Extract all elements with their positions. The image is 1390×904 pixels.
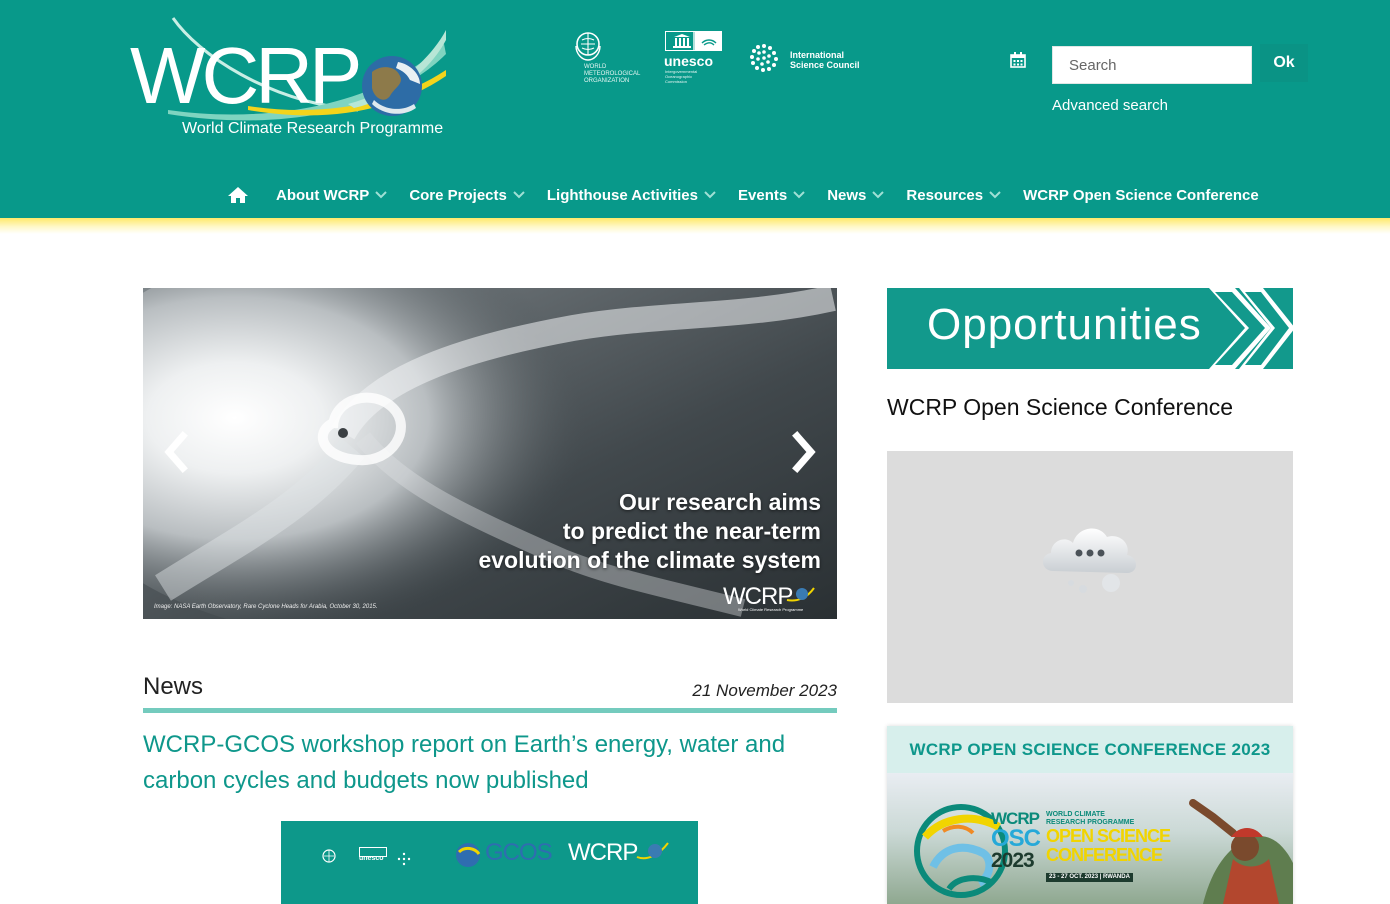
isc-text-line: International bbox=[790, 50, 845, 60]
unesco-sub-line: Commission bbox=[665, 79, 688, 84]
double-chevron-right-icon bbox=[1209, 288, 1293, 369]
osc-image-right-line: OPEN SCIENCE bbox=[1046, 826, 1171, 846]
cloud-loading-icon bbox=[1042, 528, 1136, 593]
osc-image-wcrp-text: WCRP OSC 2023 bbox=[991, 809, 1041, 872]
isc-text-line: Science Council bbox=[790, 60, 860, 70]
slide-image-credit: Image: NASA Earth Observatory, Rare Cycl… bbox=[154, 604, 378, 610]
chevron-down-icon bbox=[704, 191, 716, 199]
search-ok-button[interactable]: Ok bbox=[1260, 44, 1308, 82]
news-image-wcrp: WCRP bbox=[568, 839, 638, 866]
isc-dots-icon bbox=[750, 44, 778, 72]
sidebar-conference-title[interactable]: WCRP Open Science Conference bbox=[887, 394, 1233, 421]
home-icon bbox=[228, 187, 248, 203]
news-heading: News bbox=[143, 673, 204, 700]
calendar-icon bbox=[1010, 52, 1026, 68]
chevron-down-icon bbox=[375, 191, 388, 199]
dancer-photo bbox=[1189, 799, 1293, 904]
header-accent-stripe bbox=[0, 218, 1390, 234]
wcrp-logo[interactable]: WCRP World Climate Research Programme bbox=[128, 14, 452, 144]
nav-item-label: Core Projects bbox=[409, 186, 507, 204]
slide-caption-line: evolution of the climate system bbox=[478, 547, 821, 573]
isc-dots-icon bbox=[397, 852, 411, 866]
main-nav: About WCRP Core Projects Lighthouse Acti… bbox=[226, 180, 1281, 210]
chevron-left-icon bbox=[164, 431, 188, 473]
osc-image-right-line: CONFERENCE bbox=[1046, 845, 1163, 865]
osc-image-right-text: WORLD CLIMATE RESEARCH PROGRAMME OPEN SC… bbox=[1046, 811, 1171, 883]
nav-item-core-projects[interactable]: Core Projects bbox=[409, 187, 525, 204]
chevron-down-icon bbox=[989, 191, 1001, 199]
nav-item-lighthouse-activities[interactable]: Lighthouse Activities bbox=[547, 187, 716, 204]
slider-prev-button[interactable] bbox=[159, 430, 193, 474]
nav-item-events[interactable]: Events bbox=[738, 187, 805, 204]
slide-caption: Our research aims to predict the near-te… bbox=[478, 488, 821, 575]
nav-item-label: News bbox=[827, 186, 867, 204]
isc-text: International Science Council bbox=[790, 50, 860, 70]
news-article-image[interactable]: unesco GCOS WCRP bbox=[281, 821, 698, 904]
nav-home[interactable] bbox=[226, 183, 250, 207]
gcos-globe-icon bbox=[456, 843, 481, 867]
nav-item-label: Lighthouse Activities bbox=[546, 186, 698, 204]
logo-wordmark: WCRP bbox=[130, 31, 362, 120]
nav-item-label: Events bbox=[738, 186, 788, 204]
news-article-title-link[interactable]: WCRP-GCOS workshop report on Earth’s ene… bbox=[143, 727, 833, 799]
slide-logo-subtitle: World Climate Research Programme bbox=[738, 607, 804, 612]
osc-card-heading: WCRP OPEN SCIENCE CONFERENCE 2023 bbox=[887, 726, 1293, 773]
unesco-emblem-box bbox=[665, 31, 722, 51]
news-date: 21 November 2023 bbox=[692, 681, 837, 700]
logo-subtitle: World Climate Research Programme bbox=[182, 120, 444, 137]
nav-item-resources[interactable]: Resources bbox=[906, 187, 1001, 204]
nav-item-label: About WCRP bbox=[276, 186, 370, 204]
wmo-text-line: METEOROLOGICAL bbox=[584, 71, 641, 77]
news-divider bbox=[143, 708, 837, 713]
nav-item-label: Resources bbox=[906, 186, 984, 204]
wmo-text-line: WORLD bbox=[584, 64, 607, 70]
advanced-search-link[interactable]: Advanced search bbox=[1052, 97, 1168, 114]
chevron-down-icon bbox=[513, 191, 525, 199]
calendar-button[interactable] bbox=[1000, 44, 1036, 76]
chevron-down-icon bbox=[872, 191, 885, 199]
slide-logo-globe-icon bbox=[786, 587, 815, 602]
nav-item-label: WCRP Open Science Conference bbox=[1023, 186, 1259, 204]
slide-caption-line: Our research aims bbox=[618, 489, 821, 515]
news-image-unesco: unesco bbox=[359, 855, 384, 862]
unesco-subtitle: Intergovernmental Oceanographic Commissi… bbox=[665, 69, 715, 84]
chevron-down-icon bbox=[793, 191, 805, 199]
opportunities-banner-label: Opportunities bbox=[927, 300, 1202, 349]
wmo-emblem-icon bbox=[322, 849, 336, 863]
opportunities-banner[interactable]: Opportunities bbox=[887, 288, 1293, 369]
hero-slider[interactable]: Our research aims to predict the near-te… bbox=[143, 288, 837, 619]
osc-image-line: 2023 bbox=[991, 849, 1035, 872]
osc-image-right-line: WORLD CLIMATE bbox=[1046, 811, 1105, 818]
osc-image-right-line: 23 - 27 OCT. 2023 | RWANDA bbox=[1046, 873, 1133, 882]
wmo-logo[interactable]: WORLD METEOROLOGICAL ORGANIZATION bbox=[572, 28, 640, 84]
unesco-temple-icon bbox=[673, 32, 721, 50]
wcrp-globe-icon bbox=[636, 842, 669, 860]
search-input[interactable] bbox=[1052, 46, 1252, 84]
chevron-right-icon bbox=[792, 431, 816, 473]
unesco-wordmark: unesco bbox=[664, 53, 714, 69]
news-image-gcos: GCOS bbox=[485, 839, 553, 866]
sidebar-loading-placeholder bbox=[887, 451, 1293, 703]
nav-item-about[interactable]: About WCRP bbox=[276, 186, 388, 204]
slider-next-button[interactable] bbox=[787, 430, 821, 474]
wmo-text-line: ORGANIZATION bbox=[584, 78, 630, 84]
slide-caption-line: to predict the near-term bbox=[562, 518, 821, 544]
osc-image-line: OSC bbox=[991, 825, 1041, 852]
site-header: WCRP World Climate Research Programme WO… bbox=[0, 0, 1390, 218]
osc-2023-card[interactable]: WCRP OPEN SCIENCE CONFERENCE 2023 WCRP O… bbox=[887, 726, 1293, 904]
osc-card-image: WCRP OSC 2023 WORLD CLIMATE RESEARCH PRO… bbox=[887, 773, 1293, 904]
wmo-emblem-icon bbox=[575, 32, 601, 61]
nav-item-news[interactable]: News bbox=[827, 186, 885, 204]
nav-item-open-science-conference[interactable]: WCRP Open Science Conference bbox=[1023, 187, 1259, 204]
